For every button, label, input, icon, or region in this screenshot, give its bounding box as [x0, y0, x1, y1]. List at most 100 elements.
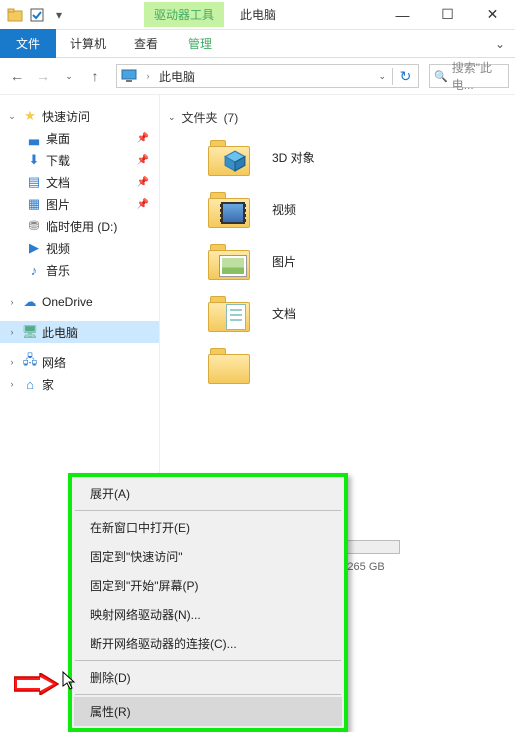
- video-icon: ▶: [26, 240, 42, 256]
- close-button[interactable]: ✕: [470, 0, 515, 30]
- menu-separator: [75, 510, 341, 511]
- sidebar-home[interactable]: › ⌂ 家: [0, 373, 159, 395]
- address-location[interactable]: 此电脑: [159, 68, 372, 85]
- context-menu-disconnect-drive[interactable]: 断开网络驱动器的连接(C)...: [74, 629, 342, 658]
- sidebar-this-pc[interactable]: › 🖥 此电脑: [0, 321, 159, 343]
- tab-computer[interactable]: 计算机: [56, 29, 120, 58]
- search-placeholder: 搜索"此电...: [452, 59, 504, 93]
- qat-dropdown-icon[interactable]: ▾: [50, 6, 68, 24]
- caret-down-icon[interactable]: ⌄: [6, 111, 18, 122]
- refresh-button[interactable]: ↻: [392, 68, 414, 85]
- sidebar-item-videos[interactable]: ▶ 视频: [0, 237, 159, 259]
- folder-list: 3D 对象 视频 图片 文档: [168, 138, 515, 384]
- folder-pictures[interactable]: 图片: [208, 242, 515, 280]
- caret-right-icon[interactable]: ›: [6, 297, 18, 307]
- document-icon: ▤: [26, 174, 42, 190]
- folder-icon: [208, 242, 250, 280]
- pin-icon: 📌: [137, 177, 155, 188]
- sidebar-item-documents[interactable]: ▤ 文档 📌: [0, 171, 159, 193]
- desktop-icon: ▃: [26, 130, 42, 146]
- sidebar-item-label: 网络: [42, 354, 155, 371]
- search-input[interactable]: 🔍 搜索"此电...: [429, 64, 509, 88]
- picture-icon: ▦: [26, 196, 42, 212]
- pc-icon: [121, 68, 137, 84]
- body-area: ⌄ ★ 快速访问 ▃ 桌面 📌 ⬇ 下载 📌 ▤ 文档 📌 ▦ 图片 📌 ⛃ 临…: [0, 95, 515, 648]
- search-icon: 🔍: [434, 70, 448, 83]
- folder-icon: [208, 346, 250, 384]
- sidebar-item-pictures[interactable]: ▦ 图片 📌: [0, 193, 159, 215]
- navigation-row: ← → ⌄ ↑ › 此电脑 ⌄ ↻ 🔍 搜索"此电...: [0, 58, 515, 95]
- sidebar-item-label: 下载: [46, 152, 133, 169]
- file-tab[interactable]: 文件: [0, 29, 56, 58]
- sidebar-item-label: 快速访问: [42, 108, 155, 125]
- annotation-arrow-icon: [14, 673, 60, 695]
- caret-right-icon[interactable]: ›: [6, 357, 18, 367]
- chevron-right-icon[interactable]: ›: [143, 71, 153, 81]
- folder-icon: [208, 138, 250, 176]
- folder-icon: [208, 294, 250, 332]
- folder-videos[interactable]: 视频: [208, 190, 515, 228]
- up-button[interactable]: ↑: [84, 65, 106, 87]
- sidebar-item-tempdisk[interactable]: ⛃ 临时使用 (D:): [0, 215, 159, 237]
- folder-documents[interactable]: 文档: [208, 294, 515, 332]
- quick-access-toolbar: ▾: [0, 6, 74, 24]
- folder-label: 3D 对象: [272, 149, 315, 166]
- context-menu-delete[interactable]: 删除(D): [74, 663, 342, 692]
- menu-separator: [75, 660, 341, 661]
- sidebar-item-desktop[interactable]: ▃ 桌面 📌: [0, 127, 159, 149]
- section-header-folders[interactable]: ⌄ 文件夹 (7): [168, 105, 515, 138]
- sidebar-onedrive[interactable]: › ☁ OneDrive: [0, 291, 159, 313]
- maximize-button[interactable]: ☐: [425, 0, 470, 30]
- contextual-tab-drive-tools[interactable]: 驱动器工具: [144, 2, 224, 27]
- recent-locations-icon[interactable]: ⌄: [58, 65, 80, 87]
- address-dropdown-icon[interactable]: ⌄: [378, 71, 386, 82]
- menu-separator: [75, 694, 341, 695]
- sidebar-item-label: 图片: [46, 196, 133, 213]
- context-menu-pin-start[interactable]: 固定到"开始"屏幕(P): [74, 571, 342, 600]
- caret-right-icon[interactable]: ›: [6, 327, 18, 337]
- sidebar-item-label: 家: [42, 376, 155, 393]
- context-menu-map-drive[interactable]: 映射网络驱动器(N)...: [74, 600, 342, 629]
- ribbon-expand-icon[interactable]: ⌄: [485, 37, 515, 51]
- checkbox-icon[interactable]: [28, 6, 46, 24]
- folder-partial[interactable]: [208, 346, 515, 384]
- sidebar-item-label: 临时使用 (D:): [46, 218, 155, 235]
- sidebar-item-label: 视频: [46, 240, 155, 257]
- section-label: 文件夹: [182, 109, 218, 126]
- context-menu-pin-quick-access[interactable]: 固定到"快速访问": [74, 542, 342, 571]
- sidebar-item-downloads[interactable]: ⬇ 下载 📌: [0, 149, 159, 171]
- caret-right-icon[interactable]: ›: [6, 379, 18, 389]
- sidebar-item-music[interactable]: ♪ 音乐: [0, 259, 159, 281]
- folder-3d-objects[interactable]: 3D 对象: [208, 138, 515, 176]
- address-bar[interactable]: › 此电脑 ⌄ ↻: [116, 64, 419, 88]
- star-icon: ★: [22, 108, 38, 124]
- pin-icon: 📌: [137, 199, 155, 210]
- sidebar-quick-access[interactable]: ⌄ ★ 快速访问: [0, 105, 159, 127]
- minimize-button[interactable]: —: [380, 0, 425, 30]
- back-button[interactable]: ←: [6, 65, 28, 87]
- disk-icon: ⛃: [26, 218, 42, 234]
- context-menu-open-new-window[interactable]: 在新窗口中打开(E): [74, 513, 342, 542]
- context-menu-properties[interactable]: 属性(R): [74, 697, 342, 726]
- forward-button[interactable]: →: [32, 65, 54, 87]
- context-menu: 展开(A) 在新窗口中打开(E) 固定到"快速访问" 固定到"开始"屏幕(P) …: [68, 473, 348, 732]
- title-bar: ▾ 驱动器工具 此电脑 — ☐ ✕: [0, 0, 515, 30]
- folder-label: 文档: [272, 305, 296, 322]
- cursor-icon: [60, 670, 80, 692]
- pin-icon: 📌: [137, 133, 155, 144]
- folder-label: 图片: [272, 253, 296, 270]
- network-icon: 🖧: [22, 354, 38, 370]
- folder-icon: [208, 190, 250, 228]
- sidebar-item-label: OneDrive: [42, 295, 155, 309]
- pin-icon: 📌: [137, 155, 155, 166]
- sidebar-item-label: 桌面: [46, 130, 133, 147]
- cloud-icon: ☁: [22, 294, 38, 310]
- home-icon: ⌂: [22, 376, 38, 392]
- explorer-icon: [6, 6, 24, 24]
- sidebar-item-label: 音乐: [46, 262, 155, 279]
- sidebar-item-label: 文档: [46, 174, 133, 191]
- sidebar-network[interactable]: › 🖧 网络: [0, 351, 159, 373]
- tab-manage[interactable]: 管理: [188, 35, 212, 52]
- tab-view[interactable]: 查看: [120, 29, 172, 58]
- context-menu-expand[interactable]: 展开(A): [74, 479, 342, 508]
